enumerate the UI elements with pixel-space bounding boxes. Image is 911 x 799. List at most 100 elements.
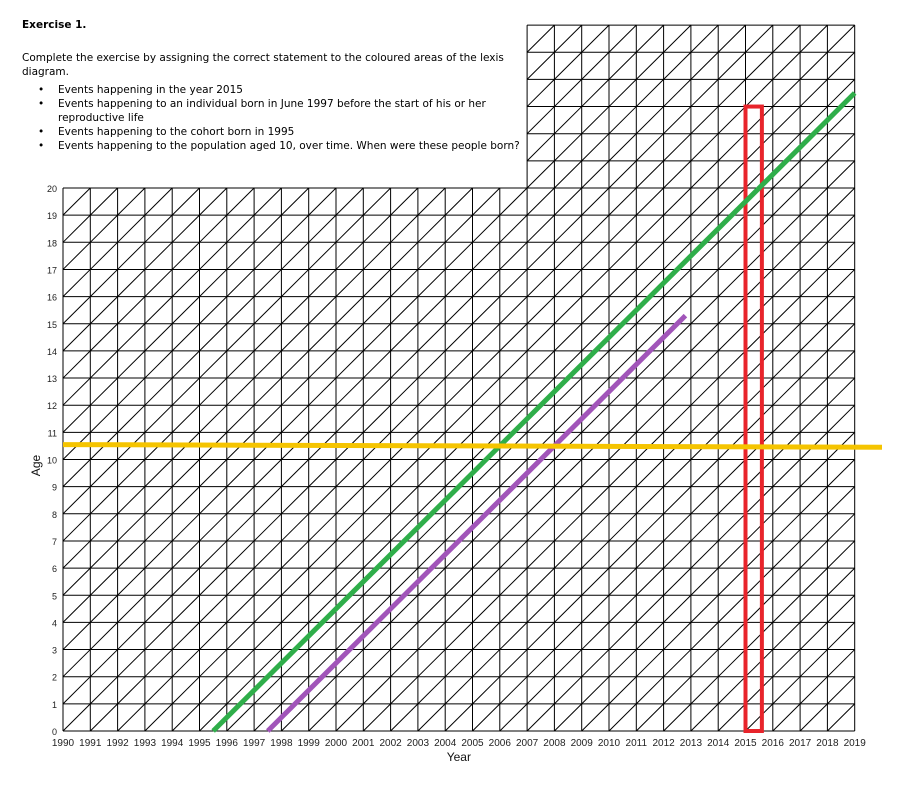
grid-diagonal	[281, 594, 310, 623]
grid-diagonal	[362, 187, 391, 216]
grid-diagonal	[772, 567, 801, 596]
grid-diagonal	[635, 350, 664, 379]
y-tick-label: 12	[47, 401, 57, 411]
grid-diagonal	[554, 24, 583, 53]
grid-diagonal	[226, 404, 255, 433]
grid-diagonal	[281, 350, 310, 379]
grid-diagonal	[281, 459, 310, 488]
grid-diagonal	[772, 51, 801, 80]
grid-diagonal	[117, 323, 146, 352]
grid-diagonal	[308, 622, 337, 650]
x-tick-label: 2018	[816, 738, 839, 749]
grid-diagonal	[772, 350, 801, 379]
grid-diagonal	[827, 79, 856, 107]
grid-diagonal	[62, 486, 91, 515]
grid-diagonal	[690, 486, 719, 515]
grid-diagonal	[799, 214, 828, 243]
grid-diagonal	[226, 540, 255, 569]
grid-diagonal	[444, 594, 473, 623]
grid-diagonal	[144, 296, 173, 325]
grid-diagonal	[62, 703, 91, 732]
grid-diagonal	[635, 513, 664, 542]
grid-diagonal	[554, 51, 583, 80]
x-tick-label: 2015	[734, 738, 757, 749]
grid-diagonal	[89, 296, 118, 325]
grid-diagonal	[472, 567, 501, 596]
grid-diagonal	[717, 567, 746, 596]
grid-diagonal	[663, 459, 692, 488]
grid-diagonal	[554, 540, 583, 569]
grid-diagonal	[390, 649, 419, 678]
x-tick-label: 2003	[407, 738, 430, 749]
grid-diagonal	[581, 594, 610, 623]
grid-diagonal	[663, 404, 692, 433]
x-tick-label: 1999	[298, 738, 321, 749]
lexis-diagram: 1990 1991 1992 1993 1994 1995 1996 1997 1998 1999…	[29, 24, 883, 764]
grid-diagonal	[772, 214, 801, 243]
y-tick-label: 16	[47, 293, 57, 303]
y-tick-label: 18	[47, 238, 57, 248]
grid-diagonal	[554, 404, 583, 433]
grid-diagonal	[417, 594, 446, 623]
grid-diagonal	[608, 459, 637, 488]
grid-diagonal	[799, 513, 828, 542]
grid-diagonal	[417, 350, 446, 379]
grid-diagonal	[362, 486, 391, 515]
x-tick-label: 2011	[626, 738, 648, 749]
grid-diagonal	[335, 622, 364, 650]
grid-diagonal	[526, 350, 555, 379]
x-tick-label: 2008	[543, 738, 566, 749]
grid-diagonal	[390, 296, 419, 325]
grid-diagonal	[526, 377, 555, 406]
grid-diagonal	[635, 404, 664, 433]
x-tick-label: 2005	[461, 738, 484, 749]
grid-diagonal	[199, 540, 228, 569]
x-tick-label: 1997	[243, 738, 266, 749]
grid-diagonal	[89, 187, 118, 216]
grid-diagonal	[308, 703, 337, 732]
grid-diagonal	[335, 486, 364, 515]
grid-diagonal	[581, 350, 610, 379]
grid-diagonal	[526, 459, 555, 488]
grid-diagonal	[62, 269, 91, 297]
grid-diagonal	[717, 649, 746, 678]
grid-diagonal	[89, 540, 118, 569]
grid-diagonal	[171, 594, 200, 623]
grid-diagonal	[253, 649, 282, 678]
grid-diagonal	[554, 594, 583, 623]
grid-diagonal	[745, 24, 774, 53]
grid-diagonal	[89, 241, 118, 270]
grid-diagonal	[635, 296, 664, 325]
grid-diagonal	[281, 649, 310, 678]
grid-diagonal	[199, 459, 228, 488]
grid-diagonal	[308, 513, 337, 542]
grid-diagonal	[390, 703, 419, 732]
grid-diagonal	[717, 241, 746, 270]
grid-diagonal	[144, 459, 173, 488]
grid-diagonal	[362, 323, 391, 352]
grid-diagonal	[144, 567, 173, 596]
grid-diagonal	[253, 622, 282, 650]
grid-diagonal	[144, 350, 173, 379]
y-tick-label: 6	[52, 564, 57, 574]
grid-diagonal	[827, 622, 856, 650]
grid-diagonal	[362, 350, 391, 379]
grid-diagonal	[717, 269, 746, 297]
grid-diagonal	[89, 676, 118, 705]
grid-diagonal	[417, 567, 446, 596]
grid-diagonal	[89, 486, 118, 515]
grid-diagonal	[308, 594, 337, 623]
grid-diagonal	[390, 676, 419, 705]
grid-diagonal	[663, 567, 692, 596]
grid-diagonal	[171, 513, 200, 542]
grid-diagonal	[663, 594, 692, 623]
grid-diagonal	[444, 377, 473, 406]
grid-diagonal	[608, 703, 637, 732]
grid-diagonal	[608, 540, 637, 569]
grid-diagonal	[390, 513, 419, 542]
grid-diagonal	[690, 133, 719, 162]
grid-diagonal	[526, 24, 555, 53]
y-tick-label: 10	[47, 456, 57, 466]
grid-diagonal	[117, 513, 146, 542]
grid-diagonal	[526, 51, 555, 80]
